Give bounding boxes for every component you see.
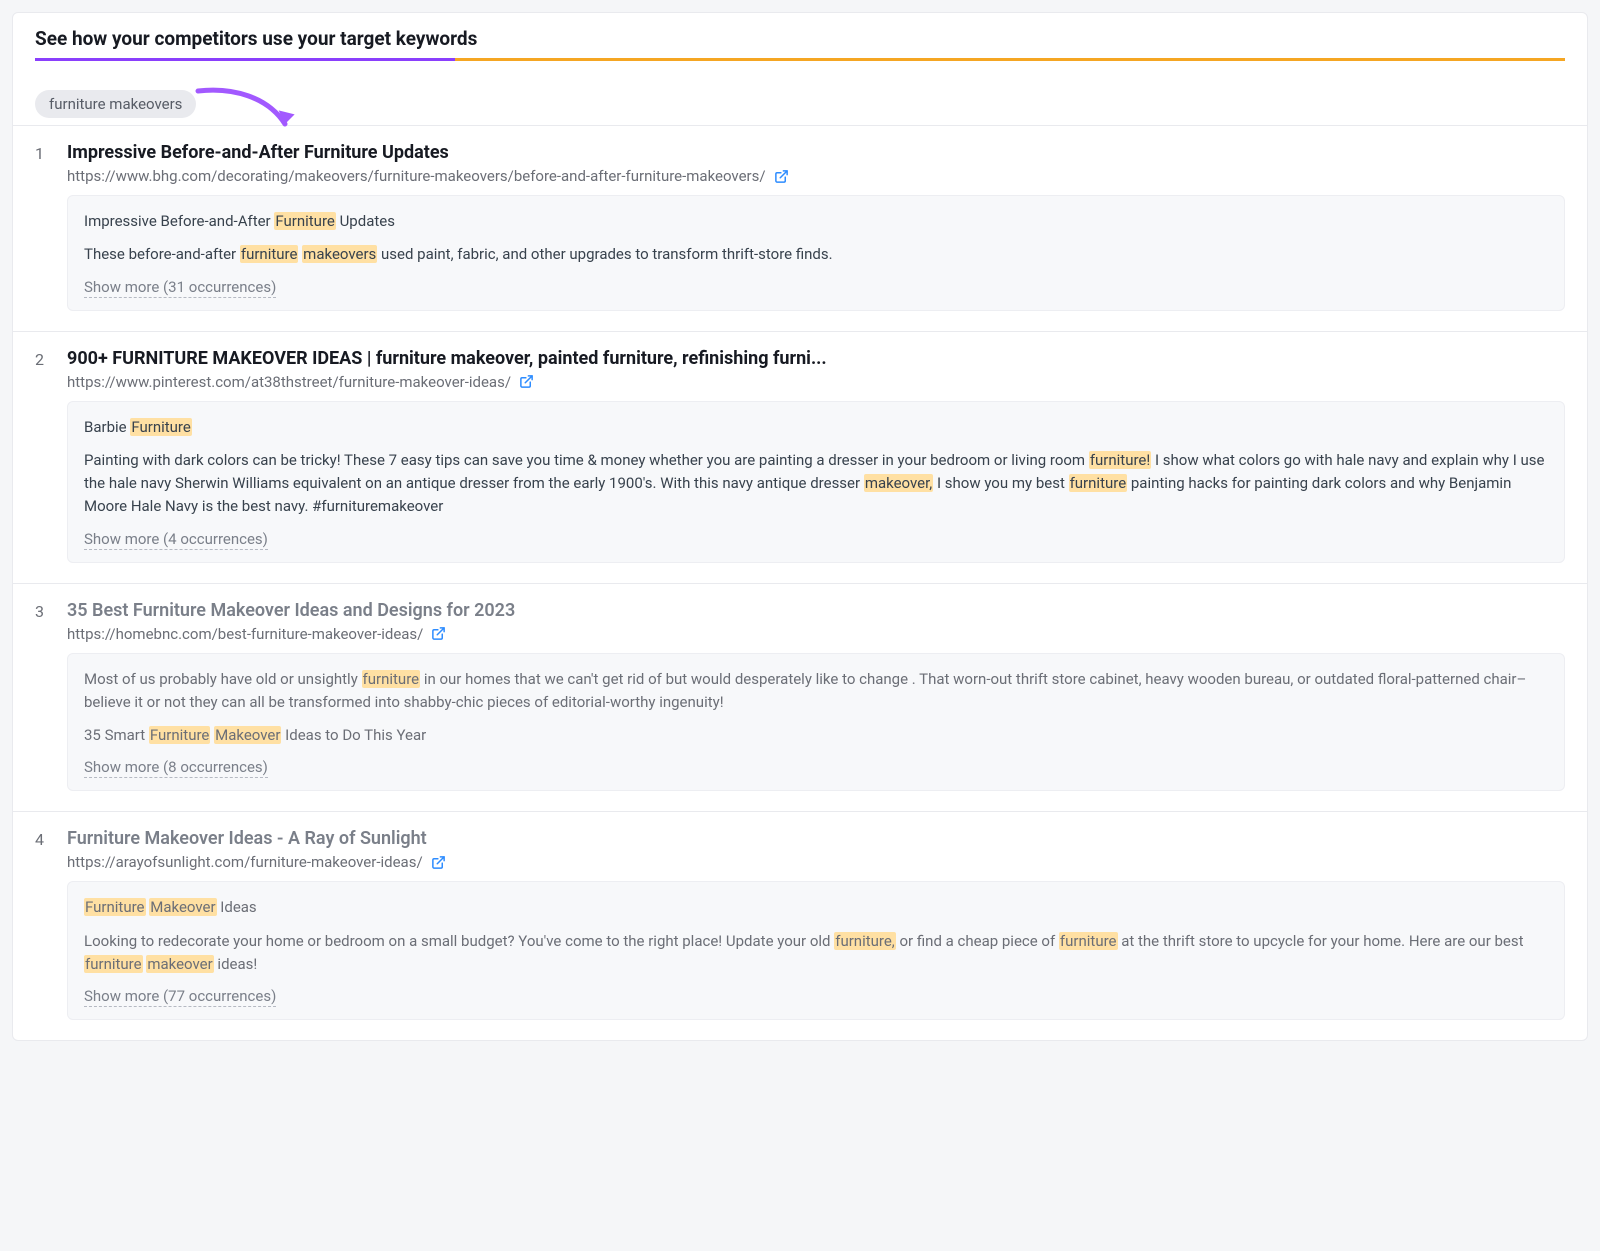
keyword-annotation-row: furniture makeovers — [13, 71, 1587, 125]
result-rank: 4 — [35, 828, 49, 1020]
result-url-row: https://arayofsunlight.com/furniture-mak… — [67, 853, 1565, 871]
result-url-row: https://www.pinterest.com/at38thstreet/f… — [67, 373, 1565, 391]
result-url-row: https://www.bhg.com/decorating/makeovers… — [67, 167, 1565, 185]
snippet-box: Furniture Makeover Ideas Looking to redec… — [67, 881, 1565, 1020]
result-body: Furniture Makeover Ideas - A Ray of Sunl… — [67, 828, 1565, 1020]
snippet-text: Barbie Furniture — [84, 416, 1548, 439]
card-header: See how your competitors use your target… — [13, 13, 1587, 71]
result-body: 35 Best Furniture Makeover Ideas and Des… — [67, 600, 1565, 792]
snippet-text: 35 Smart Furniture Makeover Ideas to Do … — [84, 724, 1548, 747]
result-title[interactable]: Impressive Before-and-After Furniture Up… — [67, 142, 1565, 163]
keyword-highlight: makeover, — [864, 474, 933, 492]
result-body: Impressive Before-and-After Furniture Up… — [67, 142, 1565, 311]
keyword-highlight: Makeover — [149, 898, 216, 916]
keyword-highlight: Furniture — [84, 898, 146, 916]
external-link-icon[interactable] — [431, 626, 446, 641]
result-url[interactable]: https://homebnc.com/best-furniture-makeo… — [67, 625, 423, 643]
keyword-highlight: furniture — [84, 955, 143, 973]
external-link-icon[interactable] — [431, 855, 446, 870]
search-result: 3 35 Best Furniture Makeover Ideas and De… — [13, 583, 1587, 812]
keyword-highlight: Furniture — [274, 212, 336, 230]
snippet-text: Looking to redecorate your home or bedro… — [84, 930, 1548, 977]
snippet-text: Furniture Makeover Ideas — [84, 896, 1548, 919]
results-list: 1 Impressive Before-and-After Furniture U… — [13, 125, 1587, 1040]
keyword-highlight: Furniture — [130, 418, 192, 436]
search-result: 1 Impressive Before-and-After Furniture U… — [13, 125, 1587, 331]
external-link-icon[interactable] — [774, 169, 789, 184]
header-underline — [35, 58, 1565, 61]
keyword-highlight: furniture — [240, 245, 299, 263]
snippet-text: Most of us probably have old or unsightl… — [84, 668, 1548, 715]
result-title[interactable]: 35 Best Furniture Makeover Ideas and Des… — [67, 600, 1565, 621]
show-more-link[interactable]: Show more (4 occurrences) — [84, 530, 268, 550]
keyword-highlight: furniture — [1059, 932, 1118, 950]
keyword-highlight: furniture — [1069, 474, 1128, 492]
snippet-box: Most of us probably have old or unsightl… — [67, 653, 1565, 792]
result-title[interactable]: Furniture Makeover Ideas - A Ray of Sunl… — [67, 828, 1565, 849]
result-rank: 1 — [35, 142, 49, 311]
result-title[interactable]: 900+ FURNITURE MAKEOVER IDEAS | furnitur… — [67, 348, 1565, 369]
keyword-highlight: furniture, — [834, 932, 896, 950]
keyword-highlight: furniture — [362, 670, 421, 688]
show-more-link[interactable]: Show more (77 occurrences) — [84, 987, 276, 1007]
snippet-box: Impressive Before-and-After Furniture Up… — [67, 195, 1565, 311]
snippet-text: These before-and-after furniture makeove… — [84, 243, 1548, 266]
show-more-link[interactable]: Show more (8 occurrences) — [84, 758, 268, 778]
search-result: 2 900+ FURNITURE MAKEOVER IDEAS | furnitu… — [13, 331, 1587, 583]
keyword-chip[interactable]: furniture makeovers — [35, 90, 196, 118]
result-rank: 3 — [35, 600, 49, 792]
keyword-highlight: furniture! — [1089, 451, 1151, 469]
keyword-highlight: makeover — [146, 955, 213, 973]
result-body: 900+ FURNITURE MAKEOVER IDEAS | furnitur… — [67, 348, 1565, 563]
snippet-box: Barbie Furniture Painting with dark color… — [67, 401, 1565, 563]
result-url[interactable]: https://www.pinterest.com/at38thstreet/f… — [67, 373, 511, 391]
keyword-highlight: Furniture — [149, 726, 211, 744]
keyword-highlight: Makeover — [214, 726, 281, 744]
result-url-row: https://homebnc.com/best-furniture-makeo… — [67, 625, 1565, 643]
result-url[interactable]: https://arayofsunlight.com/furniture-mak… — [67, 853, 423, 871]
external-link-icon[interactable] — [519, 374, 534, 389]
search-result: 4 Furniture Makeover Ideas - A Ray of Sun… — [13, 811, 1587, 1040]
competitor-keywords-card: See how your competitors use your target… — [12, 12, 1588, 1041]
snippet-text: Painting with dark colors can be tricky!… — [84, 449, 1548, 519]
snippet-text: Impressive Before-and-After Furniture Up… — [84, 210, 1548, 233]
card-title: See how your competitors use your target… — [35, 27, 1565, 50]
show-more-link[interactable]: Show more (31 occurrences) — [84, 278, 276, 298]
result-rank: 2 — [35, 348, 49, 563]
keyword-highlight: makeovers — [302, 245, 377, 263]
result-url[interactable]: https://www.bhg.com/decorating/makeovers… — [67, 167, 766, 185]
